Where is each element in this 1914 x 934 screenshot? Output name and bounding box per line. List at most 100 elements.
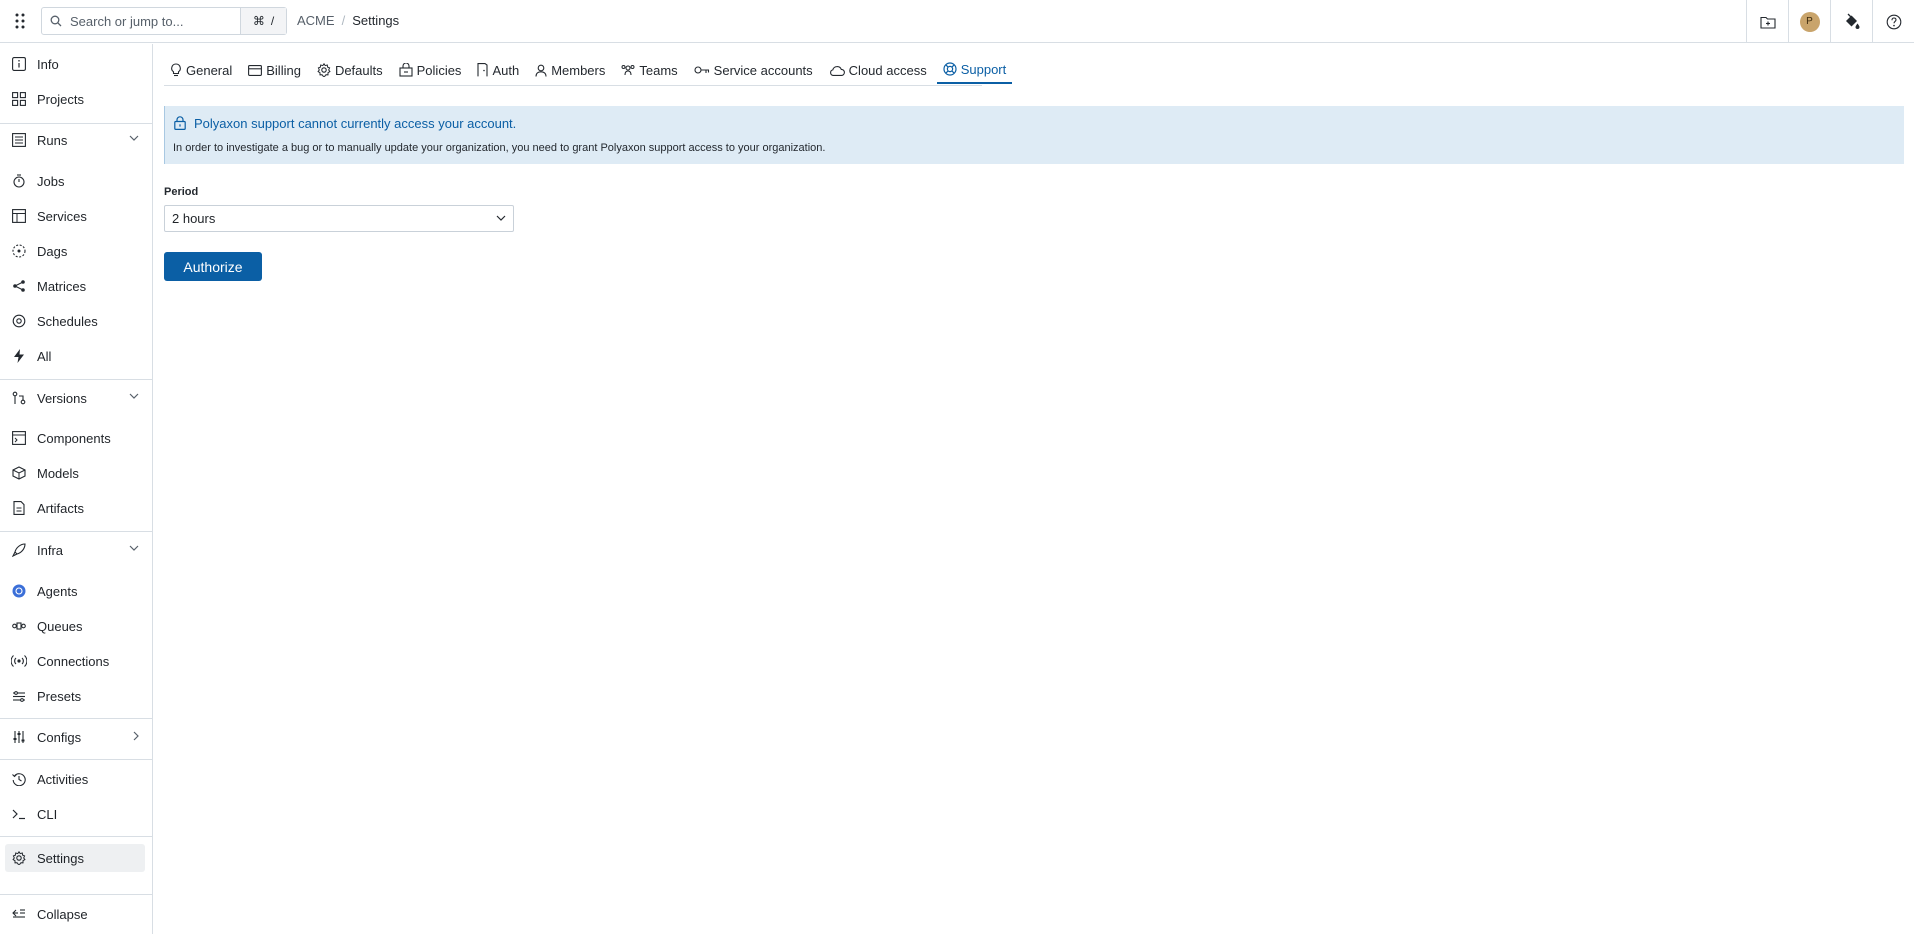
models-cube-icon: [11, 465, 27, 481]
tab-label: Billing: [266, 62, 301, 78]
sidebar-section-versions[interactable]: Versions: [5, 384, 145, 412]
help-icon[interactable]: [1872, 0, 1914, 43]
sidebar-item-services[interactable]: Services: [5, 202, 145, 230]
period-label: Period: [164, 186, 199, 198]
sidebar-section-configs[interactable]: Configs: [5, 723, 145, 751]
sidebar-item-info[interactable]: Info: [5, 50, 145, 78]
sidebar-item-label: Collapse: [37, 906, 88, 922]
sidebar-item-label: Matrices: [37, 278, 87, 294]
callout-title: Polyaxon support cannot currently access…: [194, 116, 517, 131]
lifebuoy-icon: [943, 62, 957, 76]
sidebar-item-matrices[interactable]: Matrices: [5, 272, 145, 300]
callout-description: In order to investigate a bug or to manu…: [173, 142, 826, 154]
sidebar-item-label: Activities: [37, 771, 89, 787]
sidebar-item-label: Components: [37, 430, 111, 446]
policies-icon: [399, 63, 413, 77]
chevron-down-icon: [129, 393, 139, 399]
tab-label: Policies: [416, 62, 462, 78]
sidebar-item-cli[interactable]: CLI: [5, 800, 145, 828]
search-input[interactable]: [70, 9, 230, 33]
period-select[interactable]: 2 hours: [164, 205, 514, 232]
search-icon: [50, 15, 62, 27]
sidebar-item-label: Artifacts: [37, 500, 84, 516]
schedules-icon: [11, 313, 27, 329]
command-key-icon: ⌘: [252, 14, 265, 28]
sidebar-item-schedules[interactable]: Schedules: [5, 307, 145, 335]
queues-icon: [11, 618, 27, 634]
tab-billing[interactable]: Billing: [242, 56, 307, 84]
person-icon: [535, 64, 547, 77]
tab-service-accounts[interactable]: Service accounts: [688, 56, 819, 84]
sidebar-divider: [0, 718, 152, 719]
sidebar-item-all[interactable]: All: [5, 342, 145, 370]
authorize-button[interactable]: Authorize: [164, 252, 262, 281]
sidebar-item-activities[interactable]: Activities: [5, 765, 145, 793]
sidebar-item-label: Schedules: [37, 313, 98, 329]
tab-members[interactable]: Members: [529, 56, 611, 84]
sidebar-divider: [0, 379, 152, 380]
support-access-callout: Polyaxon support cannot currently access…: [164, 106, 1904, 164]
sidebar-item-models[interactable]: Models: [5, 459, 145, 487]
sidebar-item-label: Connections: [37, 653, 110, 669]
sidebar: Info Projects Runs Jobs Services Dags Ma…: [0, 44, 153, 934]
matrices-icon: [11, 278, 27, 294]
sidebar-divider: [0, 836, 152, 837]
breadcrumb-separator: /: [341, 13, 346, 28]
tab-label: Auth: [492, 62, 520, 78]
sidebar-item-agents[interactable]: Agents: [5, 577, 145, 605]
configs-sliders-icon: [11, 729, 27, 745]
settings-tabs: General Billing Defaults Policies Auth M…: [164, 56, 1016, 86]
sidebar-item-connections[interactable]: Connections: [5, 647, 145, 675]
lightbulb-icon: [170, 63, 182, 77]
sidebar-item-label: Projects: [37, 91, 84, 107]
tab-label: Service accounts: [713, 62, 813, 78]
tab-general[interactable]: General: [164, 56, 238, 84]
topbar-actions: P: [1746, 0, 1914, 43]
artifacts-file-icon: [11, 500, 27, 516]
user-avatar-button[interactable]: P: [1788, 0, 1830, 43]
apps-grid-icon[interactable]: [10, 11, 30, 31]
services-icon: [11, 208, 27, 224]
tab-teams[interactable]: Teams: [615, 56, 683, 84]
sidebar-section-label: Infra: [37, 542, 64, 558]
lightning-icon: [11, 348, 27, 364]
sidebar-item-artifacts[interactable]: Artifacts: [5, 494, 145, 522]
sidebar-divider: [0, 123, 152, 124]
search-box[interactable]: ⌘ /: [41, 7, 287, 35]
sidebar-item-presets[interactable]: Presets: [5, 682, 145, 710]
presets-icon: [11, 688, 27, 704]
new-folder-icon[interactable]: [1746, 0, 1788, 43]
sidebar-section-infra[interactable]: Infra: [5, 536, 145, 564]
tab-support[interactable]: Support: [936, 56, 1013, 84]
sidebar-item-dags[interactable]: Dags: [5, 237, 145, 265]
avatar: P: [1799, 11, 1820, 32]
sidebar-item-settings[interactable]: Settings: [5, 844, 145, 872]
tab-cloud-access[interactable]: Cloud access: [823, 56, 933, 84]
sidebar-item-jobs[interactable]: Jobs: [5, 167, 145, 195]
top-bar: ⌘ / ACME / Settings P: [0, 0, 1914, 43]
connections-broadcast-icon: [11, 653, 27, 669]
theme-paint-bucket-icon[interactable]: [1830, 0, 1872, 43]
versions-icon: [11, 390, 27, 406]
sidebar-item-label: Agents: [37, 583, 78, 599]
tab-defaults[interactable]: Defaults: [311, 56, 389, 84]
tab-policies[interactable]: Policies: [393, 56, 468, 84]
chevron-down-icon: [129, 135, 139, 141]
sidebar-item-components[interactable]: Components: [5, 424, 145, 452]
sidebar-item-projects[interactable]: Projects: [5, 85, 145, 113]
sidebar-divider: [0, 759, 152, 760]
breadcrumb-org-link[interactable]: ACME: [297, 13, 335, 28]
sidebar-item-queues[interactable]: Queues: [5, 612, 145, 640]
sidebar-section-runs[interactable]: Runs: [5, 126, 145, 154]
tab-auth[interactable]: Auth: [471, 56, 525, 84]
credit-card-icon: [248, 64, 263, 76]
sidebar-item-label: Dags: [37, 243, 68, 259]
sidebar-collapse-button[interactable]: Collapse: [5, 900, 145, 928]
team-people-icon: [621, 64, 635, 77]
collapse-arrow-icon: [11, 906, 27, 922]
sidebar-item-label: Models: [37, 465, 79, 481]
lock-icon: [174, 116, 186, 130]
tab-label: Members: [551, 62, 606, 78]
tab-label: Support: [960, 61, 1007, 77]
tab-label: Teams: [639, 62, 678, 78]
